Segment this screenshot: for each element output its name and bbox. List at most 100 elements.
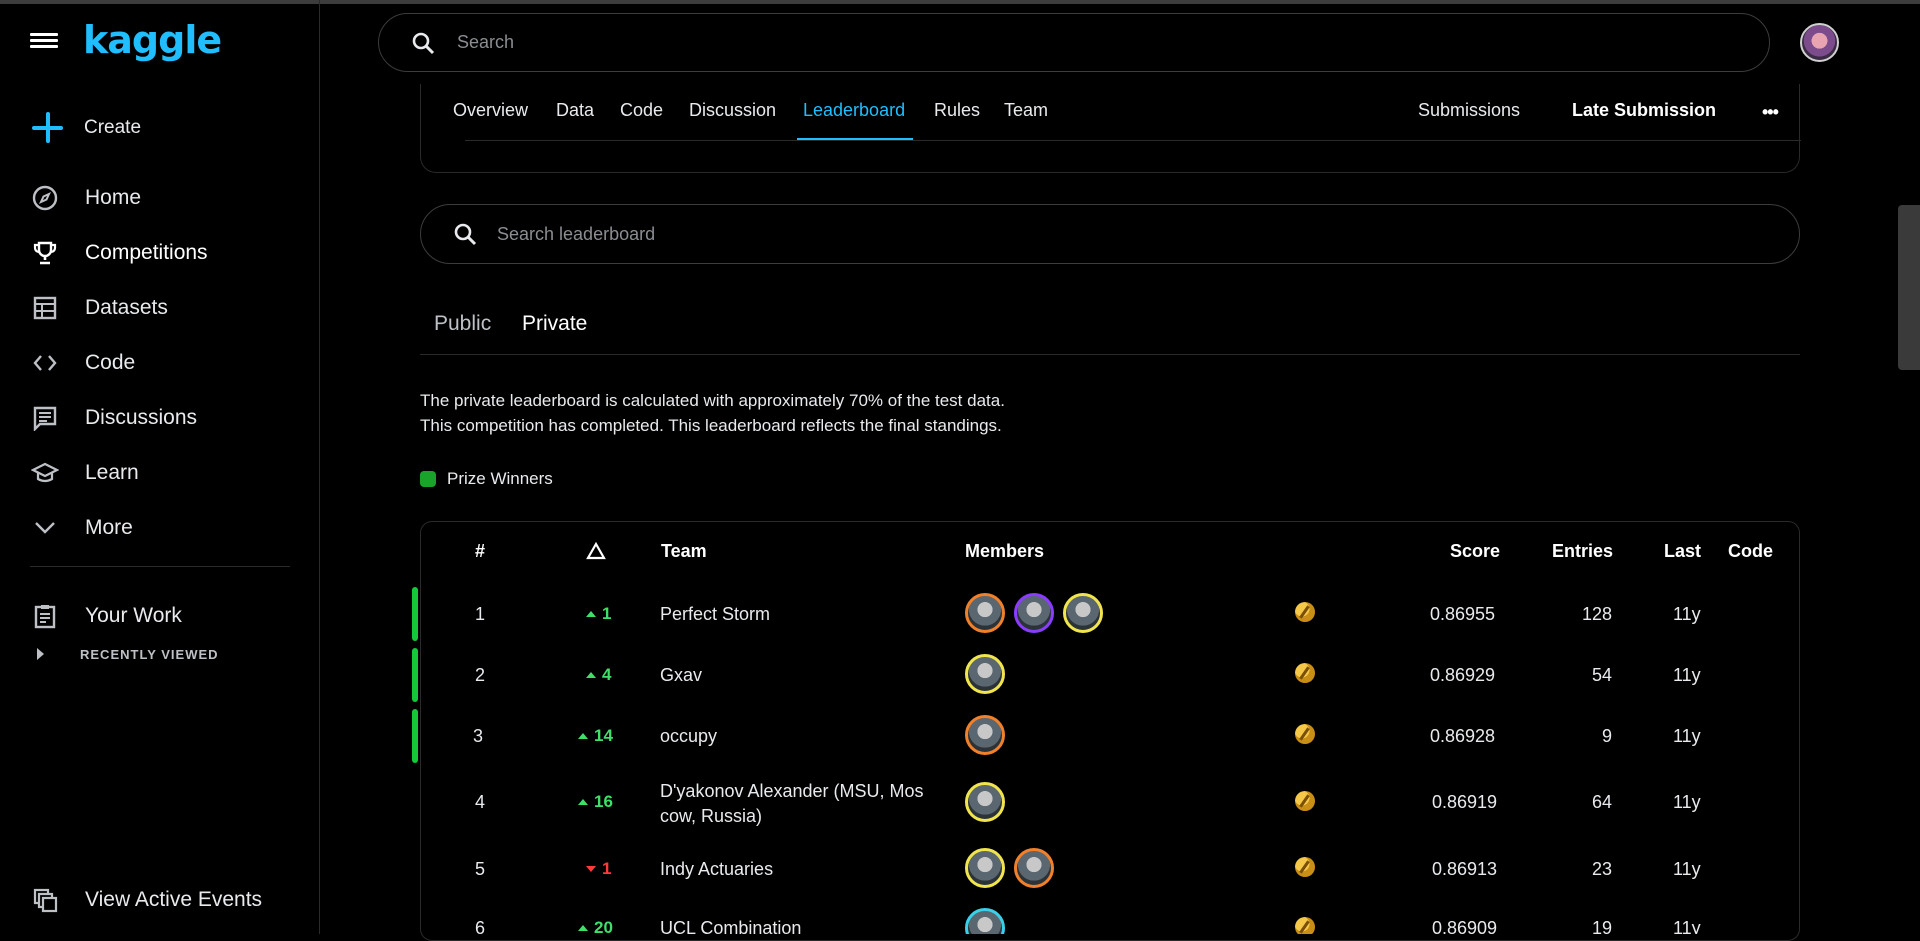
member-avatar[interactable] (1014, 593, 1054, 633)
page-scrollbar[interactable] (1898, 205, 1920, 370)
rank-change-value: 1 (602, 859, 612, 878)
rank-change-value: 16 (594, 792, 613, 811)
last-cell: 11y (1673, 859, 1701, 879)
global-search-input[interactable]: Search (378, 13, 1770, 72)
sidebar-item-label: Code (85, 350, 136, 374)
arrow-down-icon (586, 866, 596, 872)
sidebar-item-code[interactable]: Code (0, 335, 320, 390)
active-tab-indicator (797, 138, 913, 140)
tab-discussion[interactable]: Discussion (689, 100, 776, 121)
sidebar-item-competitions[interactable]: Competitions (0, 225, 320, 280)
rank-change-value: 14 (594, 726, 613, 745)
sidebar-item-learn[interactable]: Learn (0, 445, 320, 500)
late-submission-button[interactable]: Late Submission (1572, 100, 1716, 121)
sidebar-item-datasets[interactable]: Datasets (0, 280, 320, 335)
tab-public[interactable]: Public (434, 312, 491, 336)
search-icon (412, 32, 435, 54)
table-row[interactable]: 5 1 Indy Actuaries 0.86913 23 11y (420, 840, 1800, 898)
member-avatar[interactable] (965, 715, 1005, 755)
stacked-squares-icon (30, 885, 60, 915)
tab-overview[interactable]: Overview (453, 100, 528, 121)
table-row[interactable]: 4 16 D'yakonov Alexander (MSU, Mos cow, R… (420, 770, 1800, 834)
arrow-up-icon (586, 611, 596, 617)
rank-change-value: 4 (602, 665, 612, 684)
sidebar-item-label: Your Work (85, 603, 182, 627)
team-name[interactable]: D'yakonov Alexander (MSU, Mos cow, Russia… (660, 779, 924, 829)
member-avatar[interactable] (1063, 593, 1103, 633)
sidebar-your-work: Your Work (0, 588, 320, 643)
gold-medal-icon (1295, 724, 1315, 744)
entries-cell: 9 (1602, 726, 1613, 746)
team-name[interactable]: Gxav (660, 665, 702, 686)
gold-medal-icon (1295, 791, 1315, 811)
team-name[interactable]: UCL Combination (660, 918, 801, 934)
submissions-link[interactable]: Submissions (1418, 100, 1520, 121)
team-name[interactable]: Perfect Storm (660, 604, 770, 625)
score-cell: 0.86928 (1430, 726, 1496, 746)
chevron-down-icon (30, 513, 60, 543)
kaggle-logo[interactable]: kaggle (83, 18, 222, 62)
tab-team[interactable]: Team (1004, 100, 1048, 121)
sidebar-item-discussions[interactable]: Discussions (0, 390, 320, 445)
rank-change-up: 16 (578, 792, 613, 812)
plus-icon (18, 104, 70, 152)
team-name[interactable]: occupy (660, 726, 717, 747)
view-active-events-link[interactable]: View Active Events (0, 872, 320, 927)
leaderboard-search-placeholder: Search leaderboard (497, 223, 656, 244)
rank-change-up: 4 (586, 665, 611, 685)
caret-right-icon (37, 648, 44, 660)
column-entries[interactable]: Entries (1552, 541, 1613, 562)
member-avatar[interactable] (965, 593, 1005, 633)
competition-tabs-card (420, 84, 1800, 173)
tab-data[interactable]: Data (556, 100, 594, 121)
more-options-icon[interactable]: ••• (1762, 102, 1782, 122)
sidebar-item-more[interactable]: More (0, 500, 320, 555)
table-icon (30, 293, 60, 323)
search-placeholder: Search (457, 32, 515, 52)
rank-change-value: 20 (594, 918, 613, 934)
user-avatar[interactable] (1800, 23, 1839, 62)
score-cell: 0.86909 (1432, 918, 1498, 934)
column-last[interactable]: Last (1664, 541, 1701, 562)
member-avatar[interactable] (965, 782, 1005, 822)
team-name[interactable]: Indy Actuaries (660, 859, 773, 880)
rank-cell: 4 (475, 792, 486, 812)
sidebar-nav: Home Competitions Datasets Code Discussi… (0, 170, 320, 555)
team-name-line-1: D'yakonov Alexander (MSU, Mos (660, 781, 924, 801)
column-rank[interactable]: # (475, 541, 485, 562)
search-icon (454, 223, 477, 246)
graduation-cap-icon (30, 458, 60, 488)
table-row[interactable]: 2 4 Gxav 0.86929 54 11y (412, 646, 1800, 704)
column-team[interactable]: Team (661, 541, 707, 562)
sidebar-item-label: More (85, 515, 133, 539)
table-row[interactable]: 6 20 UCL Combination 0.86909 19 11y (420, 900, 1800, 934)
tab-code[interactable]: Code (620, 100, 663, 121)
entries-cell: 128 (1582, 604, 1613, 624)
compass-icon (30, 183, 60, 213)
tab-rules[interactable]: Rules (934, 100, 980, 121)
delta-column-icon[interactable] (586, 541, 606, 565)
rank-change-up: 20 (578, 918, 613, 934)
prize-winners-legend: Prize Winners (420, 469, 553, 489)
hamburger-menu-icon[interactable] (30, 30, 58, 54)
sidebar-item-home[interactable]: Home (0, 170, 320, 225)
member-avatar[interactable] (965, 908, 1005, 934)
create-button[interactable]: Create (18, 104, 173, 152)
gold-medal-icon (1295, 857, 1315, 877)
recently-viewed-toggle[interactable]: RECENTLY VIEWED (0, 642, 219, 666)
tab-private[interactable]: Private (522, 312, 587, 336)
leaderboard-search-input[interactable]: Search leaderboard (420, 204, 1800, 264)
table-row[interactable]: 1 1 Perfect Storm 0.86955 128 11y (412, 585, 1800, 643)
score-cell: 0.86929 (1430, 665, 1496, 685)
entries-cell: 64 (1592, 792, 1613, 812)
member-avatar[interactable] (965, 654, 1005, 694)
table-row[interactable]: 3 14 occupy 0.86928 9 11y (412, 707, 1800, 765)
tab-leaderboard[interactable]: Leaderboard (803, 100, 905, 121)
sidebar-item-your-work[interactable]: Your Work (0, 588, 320, 643)
arrow-up-icon (578, 733, 588, 739)
team-name-line-2: cow, Russia) (660, 806, 763, 826)
member-avatar[interactable] (965, 848, 1005, 888)
member-avatar[interactable] (1014, 848, 1054, 888)
last-cell: 11y (1673, 604, 1701, 624)
column-score[interactable]: Score (1450, 541, 1500, 562)
